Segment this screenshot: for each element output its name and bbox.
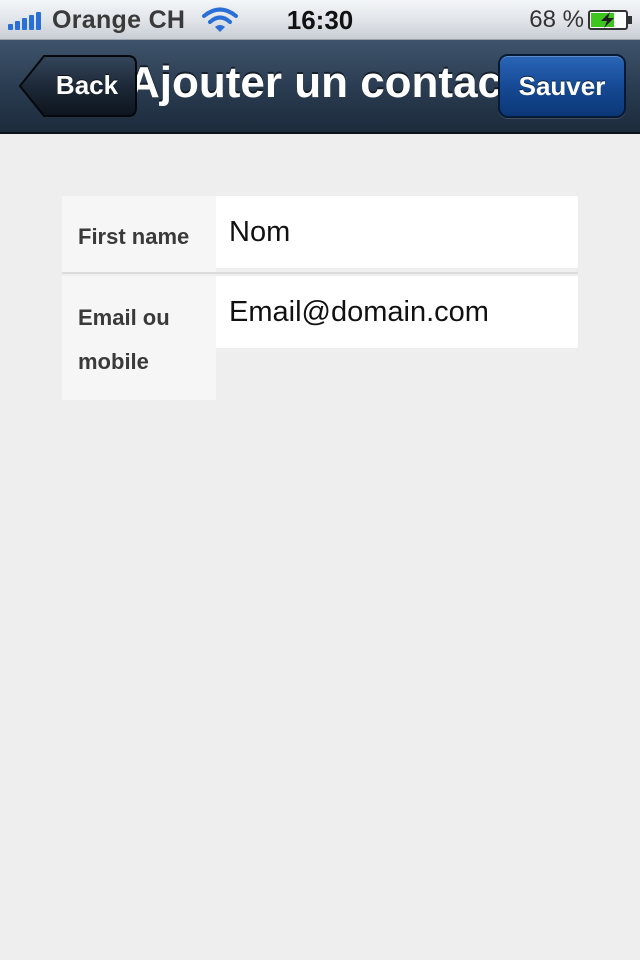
back-button-label: Back	[55, 70, 119, 100]
battery-percentage: 68 %	[529, 6, 584, 33]
email-or-mobile-label: Email ou mobile	[62, 276, 216, 400]
row-divider	[62, 272, 578, 274]
page-title: Ajouter un contact	[128, 58, 517, 107]
status-bar: Orange CH 16:30 68 %	[0, 0, 640, 40]
save-button[interactable]: Sauver	[498, 54, 626, 118]
navigation-bar: Ajouter un contact Back Sauver	[0, 40, 640, 134]
email-row: Email ou mobile	[62, 276, 578, 400]
first-name-label: First name	[62, 196, 216, 274]
first-name-row: First name	[62, 196, 578, 274]
back-button[interactable]: Back	[18, 54, 138, 118]
screen: Orange CH 16:30 68 % Ajouter un contact	[0, 0, 640, 960]
battery-charging-icon	[588, 10, 632, 30]
contact-form: First name Email ou mobile	[62, 196, 578, 400]
first-name-input[interactable]	[216, 196, 578, 268]
email-or-mobile-input[interactable]	[216, 276, 578, 348]
